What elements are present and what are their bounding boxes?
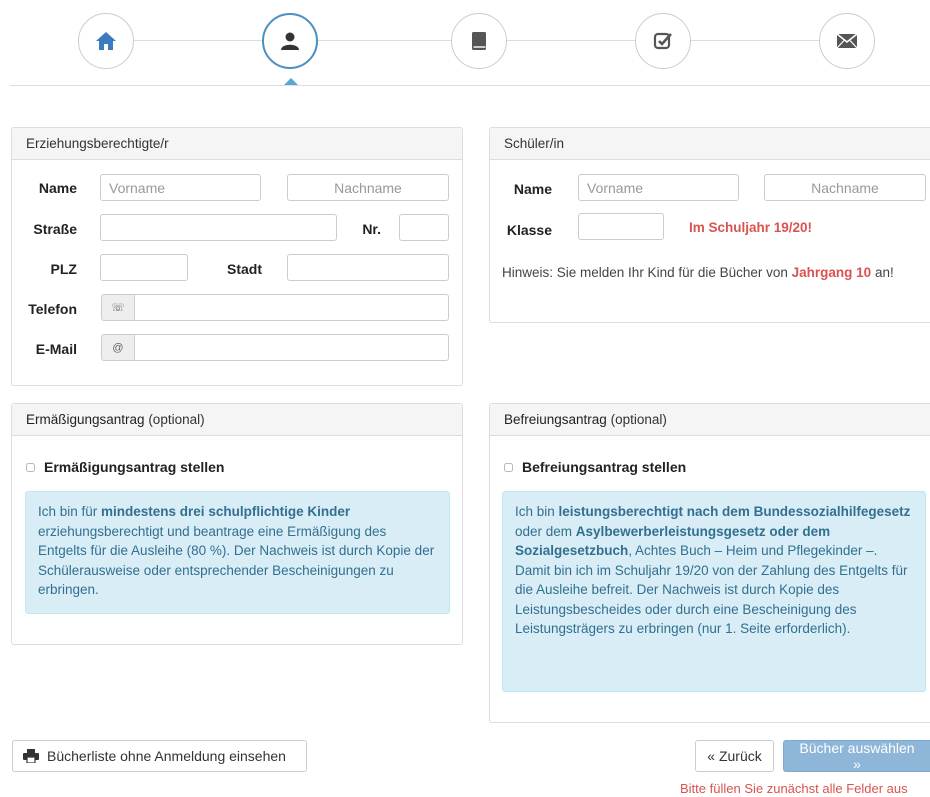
phone-icon: ☏ — [101, 294, 134, 321]
phone-input[interactable] — [134, 294, 449, 321]
reduction-checkbox-row[interactable]: Ermäßigungsantrag stellen — [26, 459, 224, 475]
zip-label: PLZ — [50, 261, 77, 277]
exemption-panel-header: Befreiungsantrag (optional) — [490, 404, 930, 436]
class-input[interactable] — [578, 213, 664, 240]
exemption-info-box: Ich bin leistungsberechtigt nach dem Bun… — [502, 491, 926, 692]
student-lastname-input[interactable] — [764, 174, 926, 201]
exemption-info-text-1: Ich bin — [515, 504, 559, 519]
guardian-name-label: Name — [38, 180, 77, 196]
step-books[interactable] — [451, 13, 507, 69]
exemption-optional-note: (optional) — [606, 412, 667, 427]
grade-hint: Hinweis: Sie melden Ihr Kind für die Büc… — [502, 263, 917, 282]
class-label: Klasse — [506, 222, 552, 238]
reduction-checkbox[interactable] — [26, 462, 35, 472]
step-home[interactable] — [78, 13, 134, 69]
street-label: Straße — [33, 221, 77, 237]
reduction-optional-note: (optional) — [144, 412, 205, 427]
reduction-info-box: Ich bin für mindestens drei schulpflicht… — [25, 491, 450, 614]
grade-hint-suffix: an! — [871, 265, 894, 280]
exemption-panel-title: Befreiungsantrag — [504, 412, 607, 427]
reduction-panel-title: Ermäßigungsantrag — [26, 412, 145, 427]
view-booklist-button[interactable]: Bücherliste ohne Anmeldung einsehen — [12, 740, 307, 772]
view-booklist-label: Bücherliste ohne Anmeldung einsehen — [47, 748, 286, 764]
student-name-label: Name — [513, 181, 552, 197]
exemption-info-bold-1: leistungsberechtigt nach dem Bundessozia… — [558, 504, 911, 519]
grade-hint-prefix: Hinweis: Sie melden Ihr Kind für die Büc… — [502, 265, 792, 280]
print-icon — [23, 749, 39, 763]
validation-error: Bitte füllen Sie zunächst alle Felder au… — [680, 781, 908, 796]
email-label: E-Mail — [35, 341, 77, 357]
house-number-input[interactable] — [399, 214, 449, 241]
step-confirm[interactable] — [635, 13, 691, 69]
reduction-checkbox-label: Ermäßigungsantrag stellen — [44, 459, 225, 475]
guardian-panel-title: Erziehungsberechtigte/r — [12, 128, 462, 160]
at-icon: @ — [101, 334, 134, 361]
wizard-steps — [0, 0, 930, 90]
reduction-info-bold-1: mindestens drei schulpflichtige Kinder — [101, 504, 351, 519]
house-number-label: Nr. — [362, 221, 381, 237]
zip-input[interactable] — [100, 254, 188, 281]
envelope-icon — [836, 33, 858, 49]
city-input[interactable] — [287, 254, 449, 281]
school-year-note: Im Schuljahr 19/20! — [689, 220, 813, 235]
exemption-checkbox-label: Befreiungsantrag stellen — [522, 459, 687, 475]
user-icon — [281, 32, 299, 50]
city-label: Stadt — [227, 261, 262, 277]
reduction-panel-header: Ermäßigungsantrag (optional) — [12, 404, 462, 436]
select-books-button[interactable]: Bücher auswählen » — [783, 740, 930, 772]
exemption-checkbox-row[interactable]: Befreiungsantrag stellen — [504, 459, 686, 475]
guardian-lastname-input[interactable] — [287, 174, 449, 201]
home-icon — [96, 32, 116, 50]
email-input[interactable] — [134, 334, 449, 361]
street-input[interactable] — [100, 214, 337, 241]
reduction-info-text-2: erziehungsberechtigt und beantrage eine … — [38, 523, 435, 598]
wizard-divider — [10, 85, 930, 86]
exemption-checkbox[interactable] — [504, 462, 513, 472]
grade-hint-grade: Jahrgang 10 — [791, 265, 872, 280]
exemption-info-text-2: oder dem — [515, 523, 576, 539]
step-student[interactable] — [262, 13, 318, 69]
validation-error-clip: Bitte füllen Sie zunächst alle Felder au… — [680, 781, 930, 797]
back-button[interactable]: « Zurück — [695, 740, 774, 772]
step-send[interactable] — [819, 13, 875, 69]
guardian-firstname-input[interactable] — [100, 174, 261, 201]
book-icon — [472, 32, 486, 50]
student-firstname-input[interactable] — [578, 174, 739, 201]
check-square-icon — [653, 32, 672, 50]
phone-label: Telefon — [28, 301, 77, 317]
student-panel-title: Schüler/in — [490, 128, 930, 160]
reduction-info-text-1: Ich bin für — [38, 504, 102, 519]
